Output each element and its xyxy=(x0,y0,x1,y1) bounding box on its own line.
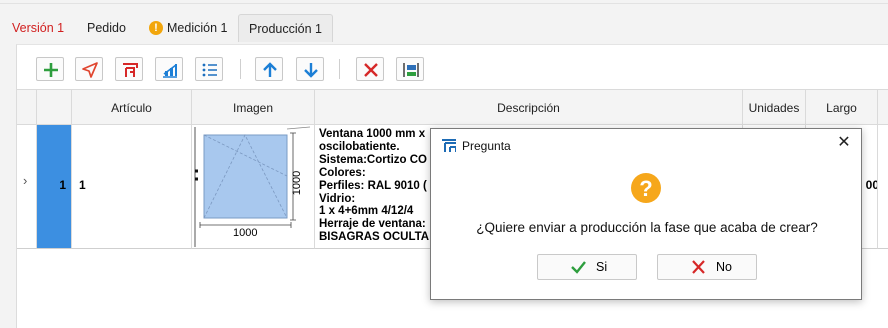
move-down-button[interactable] xyxy=(296,57,324,81)
tab-medicion-label: Medición 1 xyxy=(167,21,228,35)
arrow-up-icon xyxy=(263,62,277,77)
header-unidades[interactable]: Unidades xyxy=(743,89,806,125)
header-descripcion[interactable]: Descripción xyxy=(315,89,743,125)
row-index: 1 xyxy=(59,178,66,192)
tab-bar-border xyxy=(0,3,888,4)
dialog-message: ¿Quiere enviar a producción la fase que … xyxy=(476,220,818,235)
delete-icon xyxy=(364,63,378,77)
move-up-button[interactable] xyxy=(255,57,283,81)
send-button[interactable] xyxy=(75,57,103,81)
row-largo: 00 xyxy=(865,178,878,192)
list-button[interactable] xyxy=(195,57,223,81)
header-articulo[interactable]: Artículo xyxy=(72,89,192,125)
table-cell-imagen[interactable]: 1000 1000 xyxy=(192,125,315,249)
tab-medicion[interactable]: ! Medición 1 xyxy=(149,14,227,42)
header-pointer xyxy=(17,89,37,125)
no-button-label: No xyxy=(716,260,732,274)
header-overflow xyxy=(878,89,888,125)
tab-version[interactable]: Versión 1 xyxy=(12,14,64,42)
check-icon xyxy=(571,261,586,274)
header-index xyxy=(37,89,72,125)
question-icon: ? xyxy=(631,173,661,203)
image-height-label: 1000 xyxy=(291,170,304,196)
table-row-pointer[interactable]: › xyxy=(17,125,37,249)
table-cell-articulo[interactable]: 1 xyxy=(72,125,192,249)
close-icon[interactable]: ✕ xyxy=(836,135,852,151)
tab-pedido[interactable]: Pedido xyxy=(87,14,126,42)
header-largo[interactable]: Largo xyxy=(806,89,878,125)
chart-button[interactable] xyxy=(155,57,183,81)
yes-button-label: Si xyxy=(596,260,608,274)
arrow-down-icon xyxy=(304,63,318,78)
profile-icon xyxy=(123,63,138,77)
profile-button[interactable] xyxy=(115,57,143,81)
warning-icon: ! xyxy=(149,20,163,35)
toolbar xyxy=(17,45,888,89)
yes-button[interactable]: Si xyxy=(537,254,637,280)
row-pointer-icon: › xyxy=(23,173,28,188)
row-articulo: 1 xyxy=(79,178,86,192)
layout-button[interactable] xyxy=(396,57,424,81)
confirm-dialog: Pregunta ✕ ? ¿Quiere enviar a producción… xyxy=(430,128,862,300)
send-icon xyxy=(82,62,98,78)
tab-bar: Versión 1 Pedido ! Medición 1 Producción … xyxy=(0,0,888,44)
table-row-index[interactable]: 1 xyxy=(37,125,72,249)
tab-produccion[interactable]: Producción 1 xyxy=(238,14,333,42)
add-button[interactable] xyxy=(36,57,64,81)
table-cell-overflow xyxy=(878,125,888,249)
header-imagen[interactable]: Imagen xyxy=(192,89,315,125)
add-icon xyxy=(44,63,58,77)
chart-icon xyxy=(163,64,177,78)
layout-icon xyxy=(403,63,419,77)
list-icon xyxy=(202,63,217,77)
app-logo-icon xyxy=(442,139,456,152)
toolbar-separator xyxy=(240,59,241,79)
dialog-title: Pregunta xyxy=(462,139,511,153)
no-button[interactable]: No xyxy=(657,254,757,280)
x-icon xyxy=(692,260,705,274)
toolbar-separator xyxy=(339,59,340,79)
image-width-label: 1000 xyxy=(233,227,258,239)
row-description: Ventana 1000 mm x oscilobatiente. Sistem… xyxy=(319,128,430,244)
delete-button[interactable] xyxy=(356,57,384,81)
